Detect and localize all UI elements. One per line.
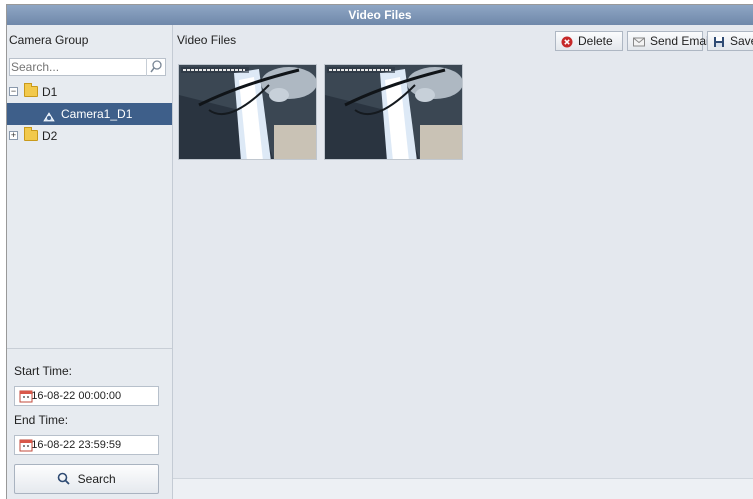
calendar-icon[interactable] — [19, 438, 33, 452]
end-time-value: 2016-08-22 23:59:59 — [19, 439, 122, 451]
search-button-label: Search — [77, 472, 116, 486]
video-files-panel: Video Files Delete Send Email Save a — [173, 25, 753, 499]
tree-node-label: Camera1_D1 — [61, 107, 133, 121]
delete-icon — [561, 35, 573, 48]
calendar-icon[interactable] — [19, 389, 33, 403]
send-email-button[interactable]: Send Email — [627, 31, 711, 51]
tree-node-d1[interactable]: − D1 — [7, 81, 172, 103]
save-button[interactable]: Save a — [707, 31, 753, 51]
video-thumbnail-2[interactable] — [324, 64, 463, 160]
start-time-field[interactable]: 2016-08-22 00:00:00 — [14, 386, 159, 406]
send-email-button-label: Send Email — [650, 34, 712, 48]
tree-node-label: D1 — [42, 85, 58, 99]
camera-icon — [43, 108, 55, 122]
delete-button-label: Delete — [578, 34, 613, 48]
tree-node-label: D2 — [42, 129, 58, 143]
end-time-field[interactable]: 2016-08-22 23:59:59 — [14, 435, 159, 455]
save-icon — [713, 35, 725, 47]
panel-title: Video Files — [177, 33, 237, 47]
camera-search-box — [9, 58, 166, 76]
end-time-label: End Time: — [14, 413, 69, 427]
status-bar — [173, 478, 753, 499]
search-icon[interactable] — [146, 58, 165, 76]
collapse-icon[interactable]: − — [9, 87, 18, 96]
tree-node-camera1-d1[interactable]: Camera1_D1 — [7, 103, 172, 125]
toolbar: Video Files Delete Send Email Save a — [173, 25, 753, 53]
search-button[interactable]: Search — [14, 464, 159, 494]
save-button-label: Save a — [730, 34, 753, 48]
time-filter-area: Start Time: 2016-08-22 00:00:00 End Time… — [7, 348, 172, 499]
expand-icon[interactable]: + — [9, 131, 18, 140]
video-thumbnail-1[interactable] — [178, 64, 317, 160]
email-icon — [633, 35, 645, 47]
delete-button[interactable]: Delete — [555, 31, 623, 51]
camera-search-input[interactable] — [10, 59, 141, 75]
start-time-label: Start Time: — [14, 364, 73, 378]
folder-icon — [24, 127, 38, 141]
camera-tree: − D1 Camera1_D1 + D2 — [7, 81, 172, 147]
app-window: Video Files Camera Group − D1 Camera1_D1 — [6, 4, 753, 499]
camera-group-header: Camera Group — [9, 33, 89, 47]
folder-icon — [24, 83, 38, 97]
search-icon — [58, 472, 70, 485]
camera-group-panel: Camera Group − D1 Camera1_D1 + — [7, 25, 173, 499]
tree-node-d2[interactable]: + D2 — [7, 125, 172, 147]
window-title: Video Files — [7, 5, 753, 25]
start-time-value: 2016-08-22 00:00:00 — [19, 390, 122, 402]
